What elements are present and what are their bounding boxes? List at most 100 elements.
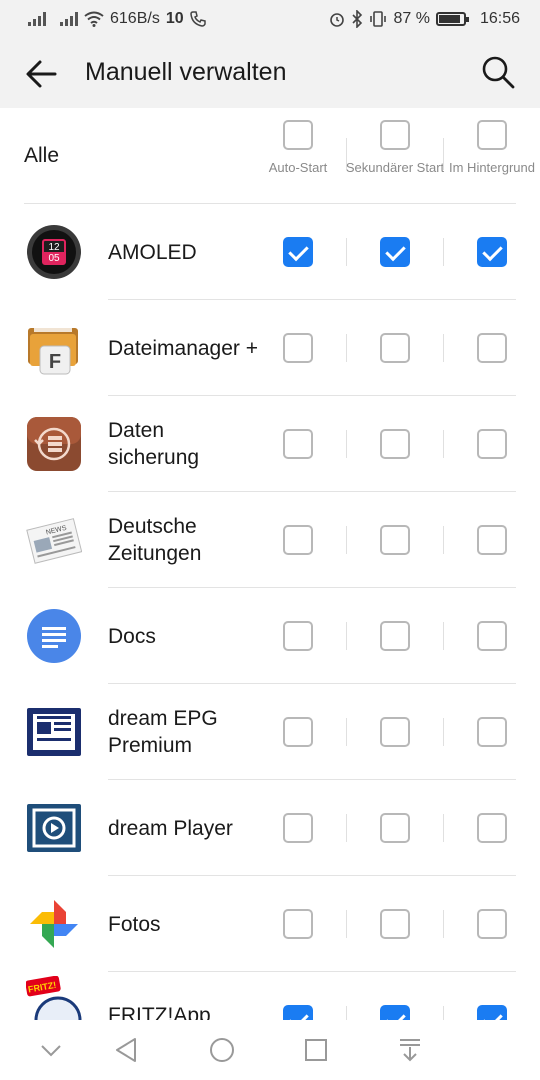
column-divider: [346, 430, 347, 458]
column-divider: [443, 814, 444, 842]
background-checkbox[interactable]: [477, 909, 507, 939]
auto-start-checkbox[interactable]: [283, 333, 313, 363]
list-item: F Dateimanager +: [0, 300, 540, 396]
chevron-down-icon[interactable]: [35, 1034, 67, 1066]
secondary-start-checkbox[interactable]: [380, 429, 410, 459]
app-list-panel: Alle Auto-Start Sekundärer Start Im Hint…: [0, 108, 540, 1020]
secondary-start-checkbox[interactable]: [380, 813, 410, 843]
app-name: Fotos: [108, 912, 161, 936]
column-divider: [443, 718, 444, 746]
dream-player-icon: [27, 804, 81, 852]
auto-start-checkbox[interactable]: [283, 237, 313, 267]
search-icon[interactable]: [480, 54, 516, 90]
clock: 16:56: [479, 10, 520, 27]
column-background: Im Hintergrund: [442, 120, 540, 176]
backup-icon: [27, 417, 81, 471]
recents-square-icon[interactable]: [300, 1034, 332, 1066]
column-divider: [346, 814, 347, 842]
battery-level: [438, 15, 460, 23]
app-name: Daten sicherung: [108, 419, 200, 469]
column-divider: [346, 526, 347, 554]
column-divider: [443, 430, 444, 458]
select-all-auto-start-checkbox[interactable]: [283, 120, 313, 150]
background-checkbox[interactable]: [477, 333, 507, 363]
app-name: AMOLED: [108, 240, 197, 264]
photos-pinwheel-icon: [30, 900, 78, 948]
signal-icon: [60, 12, 78, 26]
amoled-clock-icon: 12 05: [27, 225, 81, 279]
column-secondary-start: Sekundärer Start: [345, 120, 445, 176]
phone-icon: [189, 11, 206, 27]
clock-hour-text: 12: [48, 242, 60, 253]
background-checkbox[interactable]: [477, 525, 507, 555]
notification-count: 10: [165, 10, 184, 27]
background-checkbox[interactable]: [477, 717, 507, 747]
select-all-row: Alle Auto-Start Sekundärer Start Im Hint…: [0, 108, 540, 204]
secondary-start-checkbox[interactable]: [380, 237, 410, 267]
auto-start-checkbox[interactable]: [283, 429, 313, 459]
vibrate-icon: [370, 11, 387, 27]
background-checkbox[interactable]: [477, 429, 507, 459]
secondary-start-checkbox[interactable]: [380, 909, 410, 939]
fritz-app-icon: FRITZ!: [26, 976, 82, 1020]
auto-start-checkbox[interactable]: [283, 717, 313, 747]
secondary-start-checkbox[interactable]: [380, 1005, 410, 1020]
list-item: dream Player: [0, 780, 540, 876]
newspaper-icon: NEWS: [26, 518, 82, 564]
notification-pull-icon[interactable]: [394, 1034, 426, 1066]
auto-start-checkbox[interactable]: [283, 909, 313, 939]
column-label-auto-start: Auto-Start: [268, 160, 328, 175]
secondary-start-checkbox[interactable]: [380, 525, 410, 555]
list-item: dream EPG Premium: [0, 684, 540, 780]
signal-icon: [28, 12, 46, 26]
column-divider: [346, 334, 347, 362]
file-manager-icon: F: [28, 324, 78, 375]
page-title: Manuell verwalten: [85, 58, 287, 86]
navigation-bar: [0, 1020, 540, 1080]
background-checkbox[interactable]: [477, 813, 507, 843]
app-name: Docs: [108, 624, 156, 648]
app-bar: Manuell verwalten: [0, 38, 540, 108]
auto-start-checkbox[interactable]: [283, 621, 313, 651]
alarm-icon: [330, 13, 345, 27]
bluetooth-icon: [352, 10, 363, 28]
dream-epg-icon: [27, 708, 81, 756]
select-all-label: Alle: [24, 144, 60, 167]
column-divider: [443, 526, 444, 554]
file-manager-letter: F: [49, 351, 61, 373]
background-checkbox[interactable]: [477, 1005, 507, 1020]
column-divider: [443, 622, 444, 650]
secondary-start-checkbox[interactable]: [380, 333, 410, 363]
list-item: Fotos: [0, 876, 540, 972]
column-divider: [443, 238, 444, 266]
column-divider: [346, 1006, 347, 1020]
back-triangle-icon[interactable]: [111, 1034, 143, 1066]
background-checkbox[interactable]: [477, 621, 507, 651]
list-item: FRITZ! FRITZ!App: [0, 972, 540, 1020]
select-all-background-checkbox[interactable]: [477, 120, 507, 150]
auto-start-checkbox[interactable]: [283, 1005, 313, 1020]
background-checkbox[interactable]: [477, 237, 507, 267]
home-circle-icon[interactable]: [206, 1034, 238, 1066]
network-speed: 616B/s: [110, 10, 160, 27]
battery-percent: 87 %: [393, 10, 430, 27]
column-divider: [346, 718, 347, 746]
app-name: Deutsche Zeitungen: [108, 515, 202, 565]
list-item: Docs: [0, 588, 540, 684]
app-name: FRITZ!App: [108, 1004, 211, 1020]
secondary-start-checkbox[interactable]: [380, 717, 410, 747]
secondary-start-checkbox[interactable]: [380, 621, 410, 651]
column-divider: [346, 622, 347, 650]
column-divider: [346, 910, 347, 938]
arrow-left-icon[interactable]: [22, 54, 62, 94]
list-item: 12 05 AMOLED: [0, 204, 540, 300]
app-name: dream EPG Premium: [108, 707, 218, 757]
column-label-background: Im Hintergrund: [449, 160, 535, 175]
list-item: NEWS Deutsche Zeitungen: [0, 492, 540, 588]
docs-icon: [27, 609, 81, 663]
list-item: Daten sicherung: [0, 396, 540, 492]
column-auto-start: Auto-Start: [248, 120, 348, 176]
auto-start-checkbox[interactable]: [283, 813, 313, 843]
auto-start-checkbox[interactable]: [283, 525, 313, 555]
select-all-secondary-start-checkbox[interactable]: [380, 120, 410, 150]
